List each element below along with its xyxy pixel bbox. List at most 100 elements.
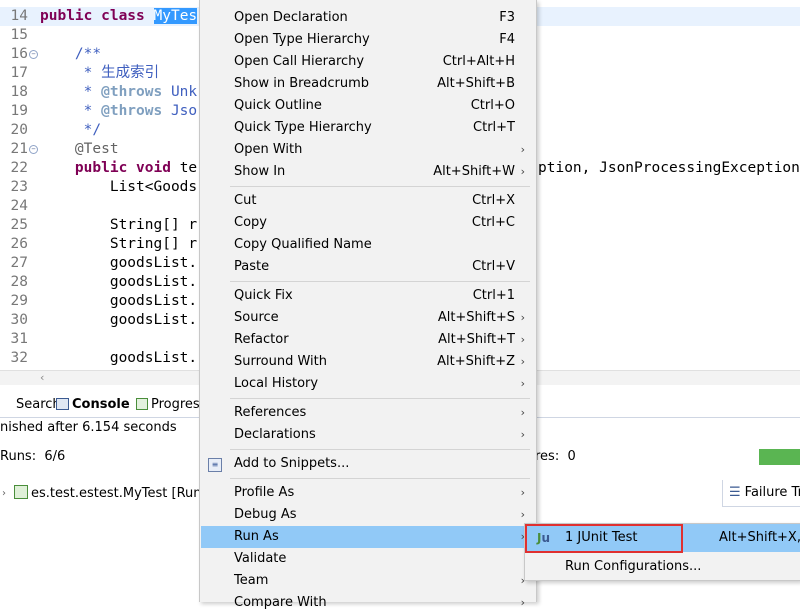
line-number: 17	[10, 65, 28, 81]
chevron-right-icon: ›	[520, 486, 525, 499]
list-icon: ☰	[729, 485, 741, 500]
menu-item-quick-type-hierarchy[interactable]: Quick Type Hierarchy Ctrl+T	[201, 117, 535, 139]
code-token: goodsList.	[40, 274, 198, 290]
menu-item-surround-with[interactable]: Surround With Alt+Shift+Z ›	[201, 351, 535, 373]
submenu-item-label: Run Configurations...	[565, 559, 702, 574]
runs-value: 6/6	[44, 449, 66, 464]
tab-console-label: Console	[72, 397, 130, 412]
menu-item-open-with[interactable]: Open With ›	[201, 139, 535, 161]
menu-item-source[interactable]: Source Alt+Shift+S ›	[201, 307, 535, 329]
menu-item-local-history[interactable]: Local History ›	[201, 373, 535, 395]
line-number: 25	[10, 217, 28, 233]
tab-search-label: Search	[16, 397, 61, 412]
menu-item-paste[interactable]: Paste Ctrl+V	[201, 256, 535, 278]
chevron-right-icon: ›	[520, 428, 525, 441]
menu-item-label: Paste	[234, 259, 270, 274]
line-number: 22	[10, 160, 28, 176]
code-text: goodsList.	[40, 292, 197, 311]
menu-item-label: Declarations	[234, 427, 316, 442]
tab-console[interactable]: Console	[56, 393, 130, 417]
code-token: public void	[40, 160, 180, 176]
menu-item-compare-with[interactable]: Compare With ›	[201, 592, 535, 614]
menu-item-open-declaration[interactable]: Open Declaration F3	[201, 7, 535, 29]
fold-toggle-icon[interactable]: −	[29, 50, 38, 59]
fold-toggle-icon[interactable]: −	[29, 145, 38, 154]
code-text: String[] r	[40, 235, 197, 254]
menu-item-references[interactable]: References ›	[201, 402, 535, 424]
menu-item-shortcut: Ctrl+O	[470, 98, 515, 113]
submenu-item-run-configurations[interactable]: Run Configurations...	[525, 553, 800, 581]
menu-item-debug-as[interactable]: Debug As ›	[201, 504, 535, 526]
test-tree-item[interactable]: › es.test.estest.MyTest [Runner	[0, 485, 223, 503]
menu-item-label: Copy Qualified Name	[234, 237, 372, 252]
line-number: 19	[10, 103, 28, 119]
menu-item-label: Run As	[234, 529, 279, 544]
menu-item-quick-outline[interactable]: Quick Outline Ctrl+O	[201, 95, 535, 117]
menu-item-label: Profile As	[234, 485, 295, 500]
runs-label: Runs:	[0, 449, 37, 464]
menu-item-label: Open Call Hierarchy	[234, 54, 365, 69]
menu-item-label: Debug As	[234, 507, 297, 522]
menu-item-team[interactable]: Team ›	[201, 570, 535, 592]
line-number: 28	[10, 274, 28, 290]
failure-trace-label: Failure Tr	[744, 485, 800, 500]
scroll-left-icon[interactable]: ‹	[40, 371, 44, 384]
menu-item-validate[interactable]: Validate	[201, 548, 535, 570]
menu-item-copy[interactable]: Copy Ctrl+C	[201, 212, 535, 234]
menu-item-shortcut: Ctrl+1	[472, 288, 515, 303]
submenu-item-shortcut: Alt+Shift+X, T	[719, 530, 800, 545]
context-menu: Open Declaration F3 Open Type Hierarchy F4 O…	[199, 0, 537, 610]
menu-item-cut[interactable]: Cut Ctrl+X	[201, 190, 535, 212]
tab-progress[interactable]: Progres	[136, 393, 200, 417]
menu-item-label: Copy	[234, 215, 267, 230]
code-token: String[] r	[40, 217, 198, 233]
chevron-right-icon: ›	[520, 406, 525, 419]
junit-progress-bar	[759, 449, 800, 465]
menu-item-show-in[interactable]: Show In Alt+Shift+W ›	[201, 161, 535, 183]
code-token: @throws	[101, 103, 163, 119]
menu-item-shortcut: Ctrl+T	[473, 120, 515, 135]
search-icon	[0, 398, 13, 410]
code-token: * 生成索引	[40, 65, 160, 81]
menu-item-shortcut: Ctrl+V	[472, 259, 515, 274]
code-text: */	[40, 121, 101, 140]
menu-item-add-to-snippets[interactable]: ≡ Add to Snippets...	[201, 453, 535, 475]
menu-item-run-as[interactable]: Run As ›	[201, 526, 535, 548]
menu-item-copy-qualified-name[interactable]: Copy Qualified Name	[201, 234, 535, 256]
menu-item-shortcut: Alt+Shift+W	[433, 164, 515, 179]
code-token: public class	[40, 8, 154, 24]
code-text: goodsList.	[40, 311, 197, 330]
menu-item-open-call-hierarchy[interactable]: Open Call Hierarchy Ctrl+Alt+H	[201, 51, 535, 73]
code-text: * @throws Jso	[40, 102, 198, 121]
code-text: * 生成索引	[40, 64, 159, 83]
line-number: 24	[10, 198, 28, 214]
menu-item-label: Cut	[234, 193, 257, 208]
junit-status: nished after 6.154 seconds	[0, 420, 177, 435]
menu-item-open-type-hierarchy[interactable]: Open Type Hierarchy F4	[201, 29, 535, 51]
menu-item-declarations[interactable]: Declarations ›	[201, 424, 535, 446]
menu-item-quick-fix[interactable]: Quick Fix Ctrl+1	[201, 285, 535, 307]
menu-item-label: Quick Type Hierarchy	[234, 120, 372, 135]
line-number: 27	[10, 255, 28, 271]
menu-item-label: Open With	[234, 142, 303, 157]
line-number: 16	[10, 46, 28, 62]
code-token: Unk	[162, 84, 198, 100]
progress-icon	[136, 398, 148, 410]
code-text: public void te	[40, 159, 197, 178]
menu-item-shortcut: F3	[499, 10, 515, 25]
code-token: @Test	[40, 141, 119, 157]
menu-item-refactor[interactable]: Refactor Alt+Shift+T ›	[201, 329, 535, 351]
menu-item-shortcut: Ctrl+C	[471, 215, 515, 230]
menu-item-label: Local History	[234, 376, 319, 391]
snippet-icon: ≡	[208, 458, 222, 472]
menu-item-profile-as[interactable]: Profile As ›	[201, 482, 535, 504]
code-text: goodsList.	[40, 273, 197, 292]
chevron-right-icon: ›	[520, 355, 525, 368]
code-token: goodsList.	[40, 293, 198, 309]
expand-chevron-icon[interactable]: ›	[2, 485, 6, 503]
menu-item-label: Show in Breadcrumb	[234, 76, 370, 91]
menu-item-label: Quick Fix	[234, 288, 293, 303]
menu-item-show-in-breadcrumb[interactable]: Show in Breadcrumb Alt+Shift+B	[201, 73, 535, 95]
tab-search[interactable]: Search	[0, 393, 61, 417]
test-suite-icon	[14, 485, 28, 499]
